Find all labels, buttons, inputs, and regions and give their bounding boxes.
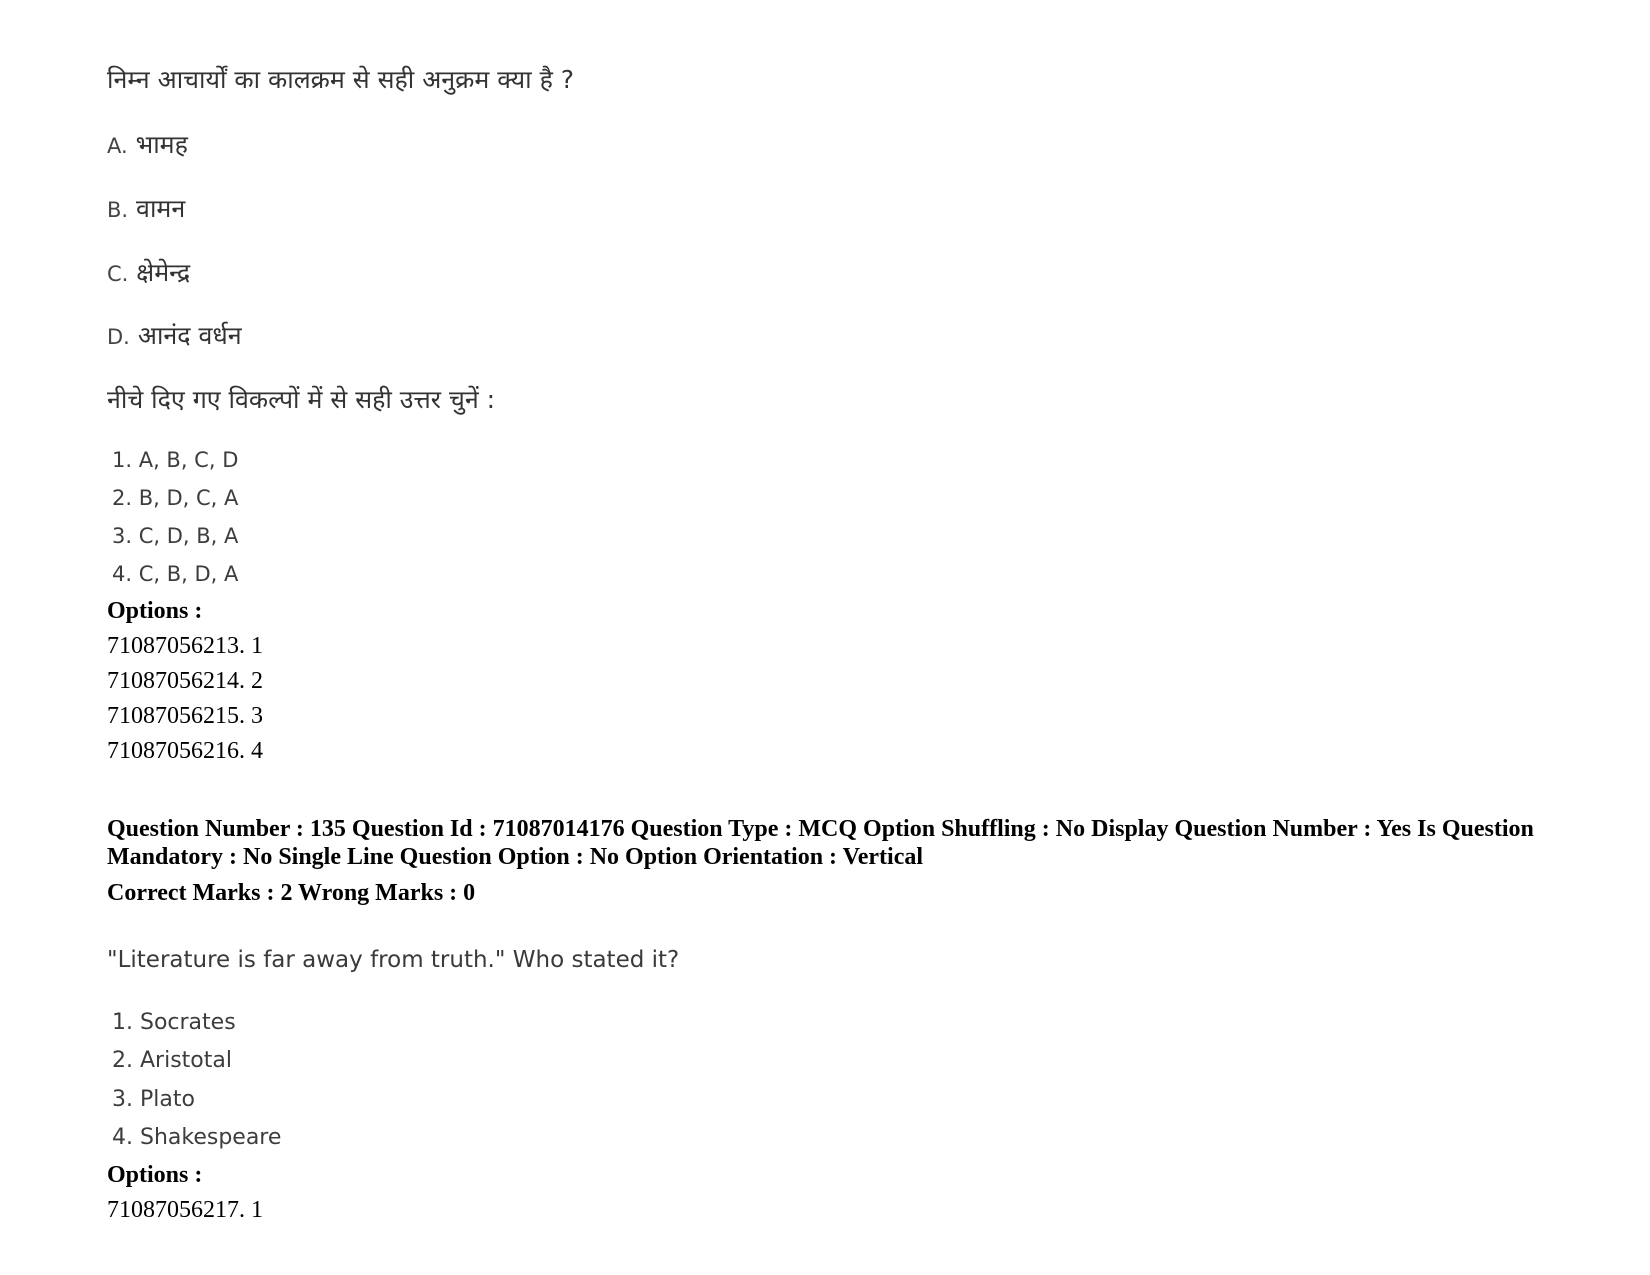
- option-id: 71087056217. 1: [107, 1197, 263, 1223]
- statement-text: भामह: [135, 130, 188, 159]
- option-id: 71087056213. 1: [107, 633, 263, 659]
- statement-b: B. वामन: [107, 191, 185, 225]
- choice-item: 1. Socrates: [112, 1010, 236, 1035]
- choice-item: 4. C, B, D, A: [112, 562, 239, 586]
- statement-text: आनंद वर्धन: [137, 321, 242, 350]
- choice-item: 4. Shakespeare: [112, 1125, 282, 1150]
- statement-c: C. क्षेमेन्द्र: [107, 255, 190, 289]
- statement-label: C.: [107, 262, 129, 286]
- option-id: 71087056214. 2: [107, 668, 263, 694]
- statement-d: D. आनंद वर्धन: [107, 318, 242, 352]
- choice-item: 3. C, D, B, A: [112, 524, 239, 548]
- marks-line: Correct Marks : 2 Wrong Marks : 0: [107, 880, 476, 906]
- statement-label: D.: [107, 325, 130, 349]
- statement-label: A.: [107, 134, 128, 158]
- options-heading: Options :: [107, 598, 203, 624]
- choice-item: 3. Plato: [112, 1087, 195, 1112]
- choice-item: 2. B, D, C, A: [112, 486, 239, 510]
- statement-text: क्षेमेन्द्र: [136, 258, 191, 287]
- choice-item: 1. A, B, C, D: [112, 448, 239, 472]
- question-meta: Question Number : 135 Question Id : 7108…: [107, 816, 1534, 870]
- option-id: 71087056215. 3: [107, 703, 263, 729]
- options-heading: Options :: [107, 1162, 203, 1188]
- question-stem-hindi: निम्न आचार्यों का कालक्रम से सही अनुक्रम…: [107, 65, 575, 94]
- statement-a: A. भामह: [107, 127, 188, 161]
- instruction-text: नीचे दिए गए विकल्पों में से सही उत्तर चु…: [107, 385, 496, 414]
- option-id: 71087056216. 4: [107, 738, 263, 764]
- question-stem-english: "Literature is far away from truth." Who…: [107, 947, 680, 973]
- statement-label: B.: [107, 198, 129, 222]
- choice-item: 2. Aristotal: [112, 1048, 232, 1073]
- statement-text: वामन: [136, 194, 186, 223]
